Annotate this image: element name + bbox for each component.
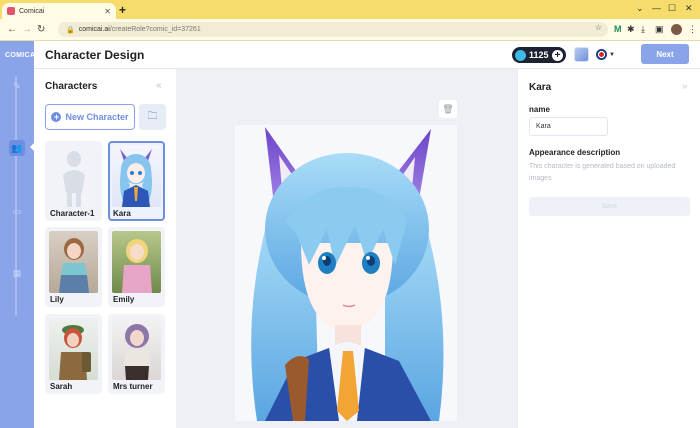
close-tab-icon[interactable]: ✕ bbox=[104, 7, 111, 16]
comicai-favicon-icon bbox=[7, 7, 15, 15]
expand-panel-icon[interactable]: » bbox=[682, 81, 688, 92]
character-title: Kara bbox=[529, 82, 552, 93]
edit-icon[interactable]: ✎ bbox=[9, 78, 25, 94]
address-bar-row: ← → ↻ 🔒 comicai.ai/createRole?comic_id=3… bbox=[0, 19, 700, 41]
tab-title: Comicai bbox=[19, 7, 45, 15]
character-thumbnail bbox=[112, 318, 161, 380]
character-thumbnail bbox=[112, 231, 161, 293]
tab-search-icon[interactable]: ⌄ bbox=[636, 3, 644, 14]
character-artwork bbox=[235, 125, 457, 421]
minimize-icon[interactable]: — bbox=[652, 3, 661, 13]
maximize-icon[interactable]: ☐ bbox=[668, 3, 676, 14]
app-logo: COMICAI bbox=[5, 52, 38, 59]
page-title: Character Design bbox=[45, 48, 145, 62]
close-window-icon[interactable]: ✕ bbox=[685, 3, 693, 14]
coin-balance[interactable]: 1125 + bbox=[512, 47, 566, 63]
name-label: name bbox=[529, 105, 550, 114]
character-card[interactable]: Emily bbox=[108, 227, 165, 307]
character-thumbnail bbox=[112, 145, 161, 207]
delete-button[interactable]: 🗑 bbox=[439, 100, 457, 118]
character-name: Character-1 bbox=[50, 209, 95, 218]
reload-icon[interactable]: ↻ bbox=[37, 24, 45, 36]
url-domain: comicai.ai bbox=[78, 26, 110, 33]
character-card[interactable]: Lily bbox=[45, 227, 102, 307]
forward-icon[interactable]: → bbox=[22, 24, 32, 36]
appearance-description: This character is generated based on upl… bbox=[529, 163, 676, 182]
scenes-icon[interactable]: ▭ bbox=[9, 203, 25, 219]
character-card[interactable]: Mrs turner bbox=[108, 314, 165, 394]
uk-flag-icon bbox=[596, 49, 607, 60]
language-selector[interactable]: ▼ bbox=[596, 49, 615, 60]
character-name: Emily bbox=[113, 295, 135, 304]
browser-menu-icon[interactable]: ⋮ bbox=[688, 23, 697, 35]
character-thumbnail bbox=[49, 231, 98, 293]
storyboard-icon[interactable]: ▦ bbox=[9, 265, 25, 281]
folder-icon: 🗀 bbox=[147, 110, 158, 122]
extension-m-icon[interactable]: M bbox=[614, 23, 622, 35]
browser-tab[interactable]: Comicai ✕ bbox=[2, 3, 116, 19]
new-tab-icon[interactable]: + bbox=[119, 3, 126, 17]
url-omnibox[interactable]: 🔒 comicai.ai/createRole?comic_id=37261 ☆ bbox=[58, 22, 608, 37]
coin-count: 1125 bbox=[529, 50, 549, 60]
save-button[interactable]: Save bbox=[529, 197, 690, 216]
appearance-label: Appearance description bbox=[529, 148, 621, 157]
character-card[interactable]: Sarah bbox=[45, 314, 102, 394]
back-icon[interactable]: ← bbox=[7, 24, 17, 36]
name-field[interactable] bbox=[529, 117, 608, 136]
next-button[interactable]: Next bbox=[641, 44, 689, 64]
upload-folder-button[interactable]: 🗀 bbox=[139, 104, 166, 130]
character-card[interactable]: Character-1 bbox=[45, 141, 102, 221]
url-path: /createRole?comic_id=37261 bbox=[109, 26, 201, 33]
new-character-button[interactable]: + New Character bbox=[45, 104, 135, 130]
details-panel: Kara » name Appearance description This … bbox=[517, 69, 700, 428]
trash-icon: 🗑 bbox=[442, 103, 454, 114]
browser-tabbar: Comicai ✕ + ⌄ — ☐ ✕ bbox=[0, 0, 700, 19]
characters-icon[interactable]: 👥 bbox=[9, 140, 25, 156]
app-root: COMICAI ✎ 👥 ▭ ▦ Character Design 1125 + … bbox=[0, 41, 700, 428]
download-icon[interactable]: ⤓ bbox=[641, 23, 645, 35]
top-header: Character Design 1125 + ▼ Next bbox=[34, 41, 700, 69]
plus-circle-icon: + bbox=[51, 112, 62, 122]
character-name: Lily bbox=[50, 295, 64, 304]
add-coins-icon[interactable]: + bbox=[552, 49, 563, 61]
character-name: Sarah bbox=[50, 382, 73, 391]
character-name: Kara bbox=[113, 209, 131, 218]
coin-icon bbox=[515, 49, 526, 61]
characters-heading: Characters bbox=[45, 81, 98, 92]
collapse-panel-icon[interactable]: « bbox=[156, 80, 162, 91]
character-thumbnail bbox=[49, 318, 98, 380]
character-thumbnail-placeholder bbox=[49, 145, 98, 207]
bookmark-star-icon[interactable]: ☆ bbox=[595, 23, 602, 32]
character-name: Mrs turner bbox=[113, 382, 153, 391]
chevron-down-icon: ▼ bbox=[609, 51, 615, 58]
characters-panel: Characters « + New Character 🗀 Character… bbox=[34, 69, 176, 428]
new-character-label: New Character bbox=[65, 112, 129, 122]
user-avatar[interactable] bbox=[574, 47, 589, 62]
lock-icon: 🔒 bbox=[66, 26, 75, 34]
canvas-area: 🗑 bbox=[176, 69, 517, 428]
character-card-selected[interactable]: Kara bbox=[108, 141, 165, 221]
browser-profile-avatar[interactable] bbox=[671, 24, 682, 35]
left-rail: COMICAI ✎ 👥 ▭ ▦ bbox=[0, 41, 38, 428]
side-panel-icon[interactable]: ▣ bbox=[655, 23, 664, 35]
extensions-puzzle-icon[interactable]: ✱ bbox=[627, 23, 635, 35]
